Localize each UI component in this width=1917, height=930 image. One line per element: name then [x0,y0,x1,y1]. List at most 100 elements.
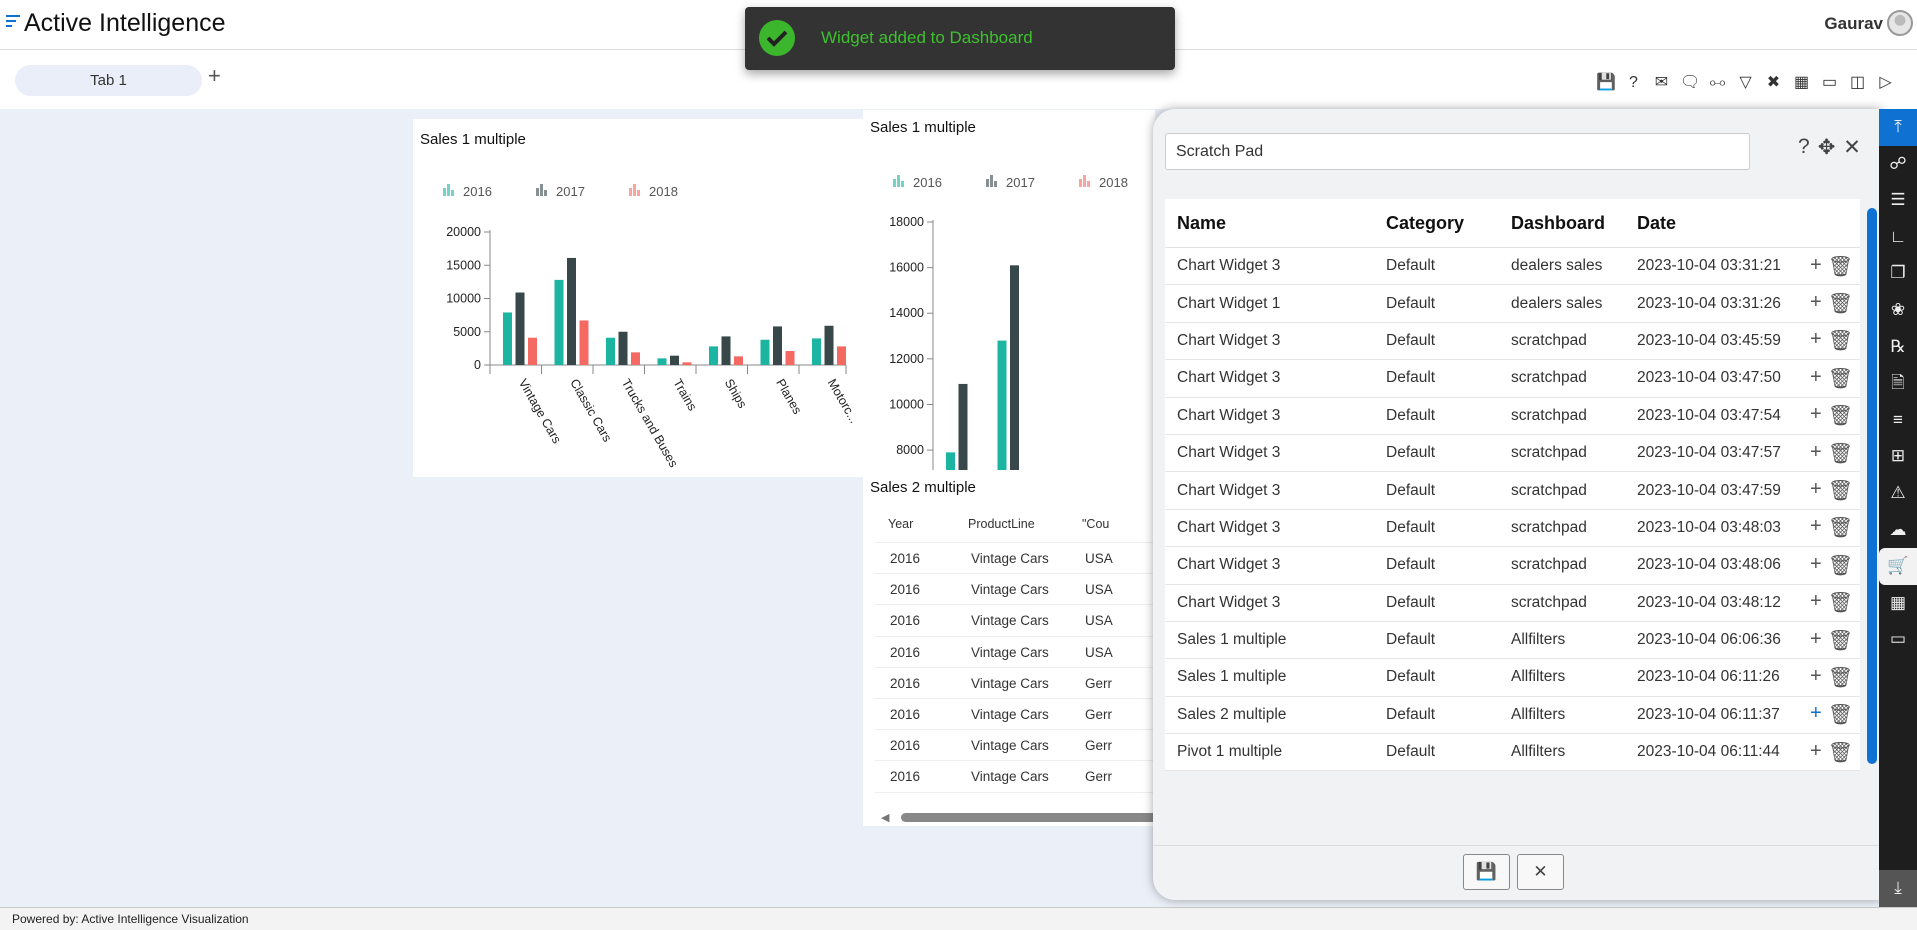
vertical-scrollbar[interactable] [1867,208,1877,764]
trash-icon[interactable]: 🗑 [1828,328,1853,353]
horizontal-scrollbar[interactable] [901,813,1155,822]
list-item[interactable]: Pivot 1 multiple Default Allfilters 2023-10… [1165,734,1860,772]
add-to-dashboard-icon[interactable]: + [1810,628,1822,653]
help-icon[interactable]: ? [1624,73,1643,92]
close-icon[interactable]: ✕ [1843,135,1861,160]
cubes-icon[interactable]: ❀ [1879,292,1917,329]
move-icon[interactable]: ✥ [1818,135,1836,160]
list-item[interactable]: Chart Widget 3 Default scratchpad 2023-10-0… [1165,547,1860,585]
menu-icon[interactable] [6,14,22,28]
column-header[interactable]: Year [888,517,913,531]
filter-icon[interactable]: ▽ [1736,73,1755,92]
save-button[interactable]: 💾 [1463,854,1510,890]
list-item[interactable]: Sales 1 multiple Default Allfilters 2023-10… [1165,659,1860,697]
list-item[interactable]: Chart Widget 3 Default dealers sales 2023-1… [1165,248,1860,286]
trash-icon[interactable]: 🗑 [1828,291,1853,316]
table-row[interactable]: 2016 Vintage Cars USA [874,574,1155,606]
chart-icon[interactable]: ∟ [1879,219,1917,256]
table-icon[interactable]: ▦ [1792,73,1811,92]
list-item[interactable]: Sales 2 multiple Default Allfilters 2023-10… [1165,697,1860,735]
column-header-date[interactable]: Date [1637,213,1676,234]
cart-download-icon[interactable]: 🛒 [1879,548,1917,585]
list-item[interactable]: Chart Widget 3 Default scratchpad 2023-10-0… [1165,323,1860,361]
tab-1[interactable]: Tab 1 [15,65,202,96]
add-to-dashboard-icon[interactable]: + [1810,291,1822,316]
add-to-dashboard-icon[interactable]: + [1810,553,1822,578]
chart-widget-2[interactable]: Sales 1 multiple 2016 2017 2018 8000 10000 12… [863,110,1155,479]
table-row[interactable]: 2016 Vintage Cars USA [874,605,1155,637]
clear-filter-icon[interactable]: ⧟ [1708,73,1727,92]
table-row[interactable]: 2016 Vintage Cars USA [874,543,1155,575]
add-to-dashboard-icon[interactable]: + [1810,740,1822,765]
trash-icon[interactable]: 🗑 [1828,740,1853,765]
column-header[interactable]: "Cou [1082,517,1109,531]
scratch-pad-title-input[interactable] [1165,133,1750,170]
trash-icon[interactable]: 🗑 [1828,254,1853,279]
add-to-dashboard-icon[interactable]: + [1810,328,1822,353]
arrow-up-icon[interactable]: ⤒ [1879,109,1917,146]
add-to-dashboard-icon[interactable]: + [1810,665,1822,690]
list-item[interactable]: Chart Widget 3 Default scratchpad 2023-10-0… [1165,360,1860,398]
add-to-dashboard-icon[interactable]: + [1810,366,1822,391]
trash-icon[interactable]: 🗑 [1828,553,1853,578]
list-item[interactable]: Chart Widget 3 Default scratchpad 2023-10-0… [1165,472,1860,510]
arrow-down-icon[interactable]: ⤓ [1879,870,1917,907]
list-item[interactable]: Chart Widget 3 Default scratchpad 2023-10-0… [1165,398,1860,435]
list-item[interactable]: Chart Widget 3 Default scratchpad 2023-10-0… [1165,510,1860,548]
table-row[interactable]: 2016 Vintage Cars Gerr [874,668,1155,699]
add-to-dashboard-icon[interactable]: + [1810,702,1822,727]
add-to-dashboard-icon[interactable]: + [1810,515,1822,540]
document-icon[interactable]: 🗎 [1879,365,1917,402]
caption-icon[interactable]: ▭ [1879,621,1917,658]
table-row[interactable]: 2016 Vintage Cars Gerr [874,699,1155,731]
grid-icon[interactable]: ▦ [1879,585,1917,622]
cancel-button[interactable]: ✕ [1517,854,1564,890]
play-icon[interactable]: ▷ [1876,73,1895,92]
sliders-icon[interactable]: ☰ [1879,182,1917,219]
add-to-dashboard-icon[interactable]: + [1810,478,1822,503]
trash-icon[interactable]: 🗑 [1828,403,1853,428]
add-to-dashboard-icon[interactable]: + [1810,590,1822,615]
list-item[interactable]: Sales 1 multiple Default Allfilters 2023-10… [1165,622,1860,660]
trash-icon[interactable]: 🗑 [1828,478,1853,503]
column-header-dashboard[interactable]: Dashboard [1511,213,1605,234]
table-widget[interactable]: Sales 2 multiple Year ProductLine "Cou 2016… [863,475,1155,826]
trash-icon[interactable]: 🗑 [1828,441,1853,466]
add-tab-button[interactable]: + [208,63,221,89]
add-to-dashboard-icon[interactable]: + [1810,441,1822,466]
chart-widget-1[interactable]: Sales 1 multiple 2016 2017 2018 0 5000 10000 1… [413,119,863,477]
add-to-dashboard-icon[interactable]: + [1810,254,1822,279]
trash-icon[interactable]: 🗑 [1828,702,1853,727]
trash-icon[interactable]: 🗑 [1828,515,1853,540]
avatar[interactable] [1887,10,1913,36]
table-row[interactable]: 2016 Vintage Cars Gerr [874,730,1155,762]
trash-icon[interactable]: 🗑 [1828,628,1853,653]
column-header-name[interactable]: Name [1177,213,1226,234]
cloud-upload-icon[interactable]: ☁ [1879,512,1917,549]
list-item[interactable]: Chart Widget 3 Default scratchpad 2023-10-0… [1165,435,1860,473]
rx-icon[interactable]: ℞ [1879,329,1917,366]
user-name[interactable]: Gaurav [1824,14,1883,34]
screen-icon[interactable]: ▭ [1820,73,1839,92]
table-row[interactable]: 2016 Vintage Cars USA [874,637,1155,668]
alarm-icon[interactable]: ⚠ [1879,475,1917,512]
comment-icon[interactable]: 🗨 [1680,73,1700,92]
trash-icon[interactable]: 🗑 [1828,665,1853,690]
save-icon[interactable]: 💾 [1596,73,1616,92]
add-to-dashboard-icon[interactable]: + [1810,403,1822,428]
mail-icon[interactable]: ✉ [1652,73,1671,92]
trash-icon[interactable]: 🗑 [1828,366,1853,391]
trash-icon[interactable]: 🗑 [1828,590,1853,615]
help-icon[interactable]: ? [1798,135,1810,160]
tools-icon[interactable]: ✖ [1764,73,1783,92]
list-item[interactable]: Chart Widget 3 Default scratchpad 2023-10-0… [1165,585,1860,622]
add-widget-icon[interactable]: ⊞ [1879,438,1917,475]
list-item[interactable]: Chart Widget 1 Default dealers sales 2023-1… [1165,285,1860,323]
devices-icon[interactable]: ◫ [1848,73,1867,92]
copy-icon[interactable]: ❐ [1879,255,1917,292]
connection-icon[interactable]: ☍ [1879,146,1917,183]
table-row[interactable]: 2016 Vintage Cars Gerr [874,761,1155,793]
scroll-left-icon[interactable]: ◀ [881,811,889,824]
column-header-category[interactable]: Category [1386,213,1464,234]
layers-icon[interactable]: ≡ [1879,402,1917,439]
